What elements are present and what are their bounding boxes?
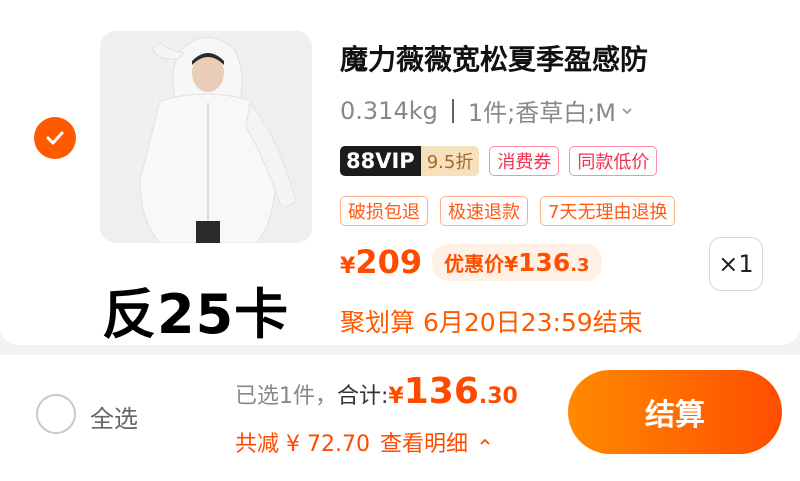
total-symbol: ¥ (388, 384, 404, 409)
price-value: 209 (355, 243, 423, 281)
product-photo-illustration (100, 31, 312, 243)
total-summary: 已选1件， 合计: ¥136.30 (235, 371, 518, 412)
total-label: 合计: (337, 384, 389, 409)
promo-tags: 88VIP 9.5折 消费券 同款低价 (340, 146, 658, 176)
item-price: ¥209 (340, 243, 422, 281)
total-amount: ¥136.30 (388, 371, 517, 412)
price-symbol: ¥ (340, 254, 356, 279)
tag-fast-refund: 极速退款 (440, 196, 528, 226)
tag-7day-return: 7天无理由退换 (540, 196, 676, 226)
cart-item-card: 魔力薇薇宽松夏季盈感防 0.314kg 1件;香草白;M 88VIP 9.5折 … (0, 0, 800, 346)
product-spec[interactable]: 0.314kg 1件;香草白;M (340, 93, 634, 128)
vip-badge: 88VIP 9.5折 (340, 146, 480, 176)
service-tags: 破损包退 极速退款 7天无理由退换 (340, 196, 676, 226)
product-variant: 1件;香草白;M (467, 99, 616, 127)
quantity-stepper[interactable]: ×1 (709, 237, 763, 291)
promo-price-badge: 优惠价 ¥ 136 .3 (432, 243, 602, 281)
spec-divider (451, 98, 454, 123)
product-image[interactable] (100, 31, 312, 243)
checkout-bar: 全选 已选1件， 合计: ¥136.30 共减 ¥ 72.70 查看明细 结算 (0, 355, 800, 481)
select-all-checkbox[interactable] (36, 394, 76, 434)
promo-int: 136 (518, 247, 571, 277)
selected-count: 已选1件， (235, 384, 337, 409)
vip-badge-label: 88VIP (340, 146, 421, 176)
total-int: 136 (403, 371, 479, 412)
tag-damage-return: 破损包退 (340, 196, 428, 226)
check-icon (46, 131, 64, 145)
tag-coupon: 消费券 (489, 146, 560, 176)
promo-dec: .3 (570, 254, 590, 276)
select-all-label[interactable]: 全选 (90, 399, 138, 434)
deal-countdown: 聚划算 6月20日23:59结束 (340, 308, 643, 337)
promo-symbol: ¥ (504, 251, 519, 276)
tag-low-price: 同款低价 (569, 146, 658, 176)
chevron-down-icon (622, 107, 632, 114)
chevron-up-icon (480, 438, 490, 445)
total-dec: .30 (478, 384, 518, 409)
promo-label: 优惠价 (444, 251, 505, 276)
overlay-caption: 反25卡 (102, 283, 290, 346)
product-weight: 0.314kg (340, 96, 438, 125)
detail-link[interactable]: 查看明细 (380, 426, 468, 458)
checkout-button[interactable]: 结算 (568, 370, 782, 454)
discount-row[interactable]: 共减 ¥ 72.70 查看明细 (235, 426, 492, 458)
product-title[interactable]: 魔力薇薇宽松夏季盈感防 (340, 38, 648, 78)
discount-text: 共减 ¥ 72.70 (235, 432, 370, 457)
item-checkbox[interactable] (34, 117, 76, 159)
price-row: ¥209 优惠价 ¥ 136 .3 (340, 243, 602, 281)
vip-discount: 9.5折 (420, 146, 480, 176)
